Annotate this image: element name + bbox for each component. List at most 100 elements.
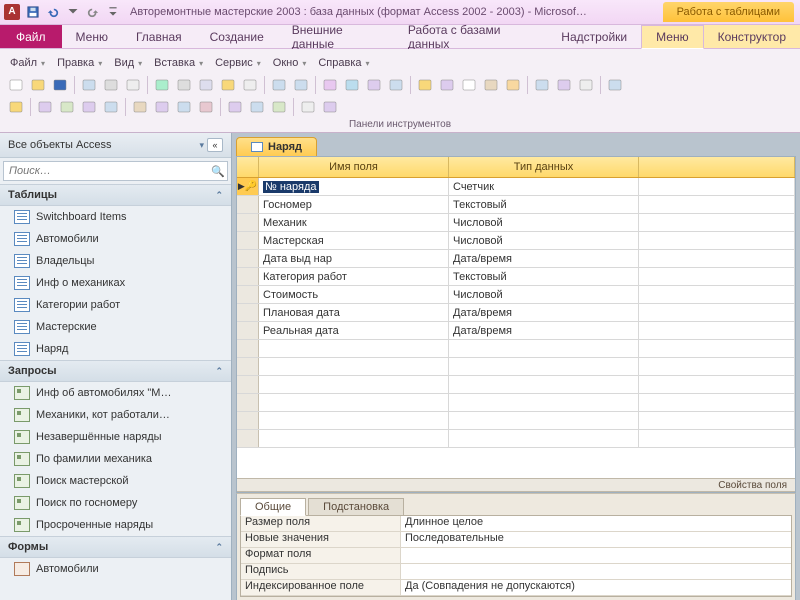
field-row[interactable]: Плановая датаДата/время bbox=[237, 304, 795, 322]
menu-item[interactable]: Справка bbox=[314, 55, 373, 71]
row-selector[interactable] bbox=[237, 250, 259, 267]
tools4-icon[interactable] bbox=[101, 97, 121, 117]
field-row[interactable]: МастерскаяЧисловой bbox=[237, 232, 795, 250]
field-row[interactable]: ГосномерТекстовый bbox=[237, 196, 795, 214]
row-icon[interactable] bbox=[364, 75, 384, 95]
format-icon[interactable] bbox=[240, 75, 260, 95]
field-type-cell[interactable]: Числовой bbox=[449, 232, 639, 249]
row-selector[interactable] bbox=[237, 304, 259, 321]
field-row[interactable]: Категория работТекстовый bbox=[237, 268, 795, 286]
field-type-cell[interactable]: Дата/время bbox=[449, 322, 639, 339]
doc-tab[interactable]: Наряд bbox=[236, 137, 317, 156]
row-selector-header[interactable] bbox=[237, 157, 259, 177]
nav-item[interactable]: Поиск по госномеру bbox=[0, 492, 231, 514]
field-row-empty[interactable] bbox=[237, 376, 795, 394]
field-type-cell[interactable]: Числовой bbox=[449, 214, 639, 231]
row-selector[interactable] bbox=[237, 358, 259, 375]
db-icon[interactable] bbox=[532, 75, 552, 95]
nav-item[interactable]: Наряд bbox=[0, 338, 231, 360]
field-row[interactable]: Дата выд нарДата/время bbox=[237, 250, 795, 268]
row-selector[interactable] bbox=[237, 196, 259, 213]
table-icon[interactable] bbox=[342, 75, 362, 95]
nav-item[interactable]: Автомобили bbox=[0, 558, 231, 580]
index-icon[interactable] bbox=[437, 75, 457, 95]
save-icon[interactable] bbox=[50, 75, 70, 95]
spell-icon[interactable] bbox=[152, 75, 172, 95]
row-selector[interactable] bbox=[237, 268, 259, 285]
tools5-icon[interactable] bbox=[130, 97, 150, 117]
key2-icon[interactable] bbox=[6, 97, 26, 117]
props-icon[interactable] bbox=[481, 75, 501, 95]
ribbon-tab[interactable]: Меню bbox=[62, 25, 122, 48]
ribbon-context-tab[interactable]: Конструктор bbox=[704, 25, 800, 48]
field-type-cell[interactable]: Текстовый bbox=[449, 196, 639, 213]
field-desc-cell[interactable] bbox=[639, 214, 795, 231]
field-desc-cell[interactable] bbox=[639, 232, 795, 249]
nav-header-dropdown-icon[interactable]: ▾ bbox=[199, 140, 204, 151]
row-selector[interactable] bbox=[237, 286, 259, 303]
print-icon[interactable] bbox=[101, 75, 121, 95]
menu-item[interactable]: Сервис bbox=[211, 55, 265, 71]
prop-tab-general[interactable]: Общие bbox=[240, 498, 306, 516]
ribbon-context-tab[interactable]: Меню bbox=[641, 25, 703, 49]
tools1-icon[interactable] bbox=[35, 97, 55, 117]
ribbon-tab[interactable]: Главная bbox=[122, 25, 196, 48]
row-selector[interactable] bbox=[237, 376, 259, 393]
field-name-cell[interactable]: Механик bbox=[259, 214, 449, 231]
tools8-icon[interactable] bbox=[196, 97, 216, 117]
row-selector[interactable] bbox=[237, 340, 259, 357]
nav-item[interactable]: Инф об автомобилях "М… bbox=[0, 382, 231, 404]
tools13-icon[interactable] bbox=[320, 97, 340, 117]
nav-item[interactable]: Просроченные наряды bbox=[0, 514, 231, 536]
field-row-empty[interactable] bbox=[237, 430, 795, 448]
search-input[interactable] bbox=[4, 162, 209, 180]
ribbon-tab[interactable]: Надстройки bbox=[547, 25, 641, 48]
undo-dropdown-icon[interactable] bbox=[64, 3, 82, 21]
field-desc-cell[interactable] bbox=[639, 304, 795, 321]
link-icon[interactable] bbox=[320, 75, 340, 95]
ribbon-tab[interactable]: Внешние данные bbox=[278, 25, 394, 48]
nav-item[interactable]: Автомобили bbox=[0, 228, 231, 250]
prop-tab-lookup[interactable]: Подстановка bbox=[308, 498, 404, 516]
field-row-empty[interactable] bbox=[237, 412, 795, 430]
builder-icon[interactable] bbox=[503, 75, 523, 95]
field-type-cell[interactable]: Дата/время bbox=[449, 250, 639, 267]
redo-icon[interactable] bbox=[291, 75, 311, 95]
field-desc-cell[interactable] bbox=[639, 250, 795, 267]
nav-group[interactable]: Запросы⌃ bbox=[0, 360, 231, 382]
new-file-icon[interactable] bbox=[6, 75, 26, 95]
field-row[interactable]: ▶🔑№ нарядаСчетчик bbox=[237, 178, 795, 196]
tools12-icon[interactable] bbox=[298, 97, 318, 117]
row-selector[interactable] bbox=[237, 232, 259, 249]
field-name-cell[interactable]: Госномер bbox=[259, 196, 449, 213]
menu-item[interactable]: Вставка bbox=[150, 55, 207, 71]
property-value[interactable]: Последовательные bbox=[401, 532, 791, 547]
obj-icon[interactable] bbox=[576, 75, 596, 95]
menu-item[interactable]: Окно bbox=[269, 55, 311, 71]
row-selector[interactable] bbox=[237, 214, 259, 231]
open-icon[interactable] bbox=[28, 75, 48, 95]
tools3-icon[interactable] bbox=[79, 97, 99, 117]
nav-item[interactable]: Поиск мастерской bbox=[0, 470, 231, 492]
field-row-empty[interactable] bbox=[237, 340, 795, 358]
copy-icon[interactable] bbox=[196, 75, 216, 95]
nav-group[interactable]: Формы⌃ bbox=[0, 536, 231, 558]
search-icon[interactable]: 🔍 bbox=[209, 165, 227, 178]
nav-collapse-icon[interactable]: « bbox=[207, 138, 223, 152]
nav-item[interactable]: Switchboard Items bbox=[0, 206, 231, 228]
field-desc-cell[interactable] bbox=[639, 268, 795, 285]
property-value[interactable] bbox=[401, 548, 791, 563]
field-desc-cell[interactable] bbox=[639, 322, 795, 339]
field-name-cell[interactable]: Категория работ bbox=[259, 268, 449, 285]
tools7-icon[interactable] bbox=[174, 97, 194, 117]
tools9-icon[interactable] bbox=[225, 97, 245, 117]
row-selector[interactable] bbox=[237, 322, 259, 339]
col-description[interactable] bbox=[639, 157, 795, 177]
field-name-cell[interactable]: Плановая дата bbox=[259, 304, 449, 321]
help-icon[interactable] bbox=[605, 75, 625, 95]
field-desc-cell[interactable] bbox=[639, 286, 795, 303]
redo-icon[interactable] bbox=[84, 3, 102, 21]
field-desc-cell[interactable] bbox=[639, 178, 795, 195]
field-name-cell[interactable]: Реальная дата bbox=[259, 322, 449, 339]
nav-item[interactable]: Категории работ bbox=[0, 294, 231, 316]
